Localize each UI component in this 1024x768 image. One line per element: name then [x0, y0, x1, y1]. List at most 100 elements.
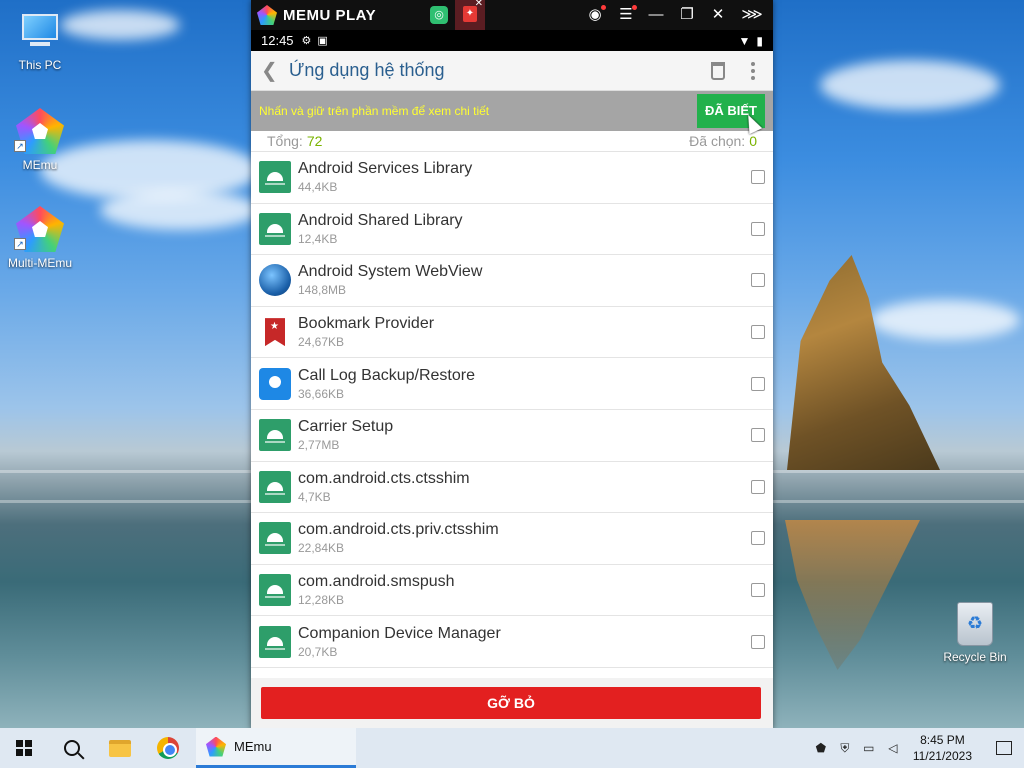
chrome-button[interactable] [144, 728, 192, 768]
list-item[interactable]: com.android.smspush 12,28KB [251, 565, 773, 617]
list-item[interactable]: Companion Device Manager 20,7KB [251, 616, 773, 668]
memu-tray-icon[interactable]: ⬟ [811, 728, 831, 768]
list-item[interactable]: Bookmark Provider 24,67KB [251, 307, 773, 359]
memu-window: MEMU PLAY ◎ ✦ ✕ ◉ ☰ — ❐ ✕ ⋙ 12:45 ⚙ ▣ ▼ … [251, 0, 773, 730]
list-item[interactable]: com.android.cts.priv.ctsshim 22,84KB [251, 513, 773, 565]
app-name: com.android.cts.ctsshim [298, 469, 470, 487]
select-checkbox[interactable] [751, 273, 765, 288]
back-arrow-icon[interactable]: ❮ [261, 58, 289, 83]
desktop-icon-this-pc[interactable]: This PC [0, 8, 80, 72]
android-app-icon [259, 574, 291, 607]
total-label: Tổng: [267, 133, 303, 149]
notification-center-button[interactable] [984, 741, 1024, 755]
security-shield-icon[interactable]: ⛨ [835, 728, 855, 768]
notification-dot [601, 5, 606, 10]
expand-sidebar-button[interactable]: ⋙ [741, 4, 763, 26]
select-checkbox[interactable] [751, 634, 765, 649]
total-count: 72 [306, 133, 323, 149]
webview-globe-icon [259, 264, 291, 297]
minimize-button[interactable]: — [645, 4, 667, 26]
select-checkbox[interactable] [751, 428, 765, 443]
search-icon [64, 740, 80, 756]
desktop-icon-memu[interactable]: ↗ MEmu [0, 108, 80, 172]
start-button[interactable] [0, 728, 48, 768]
volume-muted-icon[interactable]: ◁ [883, 728, 903, 768]
clock-date: 11/21/2023 [912, 749, 972, 763]
overflow-menu-icon[interactable] [751, 61, 755, 80]
app-name: Android Shared Library [298, 211, 463, 229]
cloud [100, 190, 260, 230]
android-app-icon [259, 419, 291, 452]
wifi-icon: ▼ [738, 33, 751, 48]
shortcut-arrow-icon: ↗ [14, 140, 26, 152]
taskbar-memu-button[interactable]: MEmu [196, 728, 356, 768]
recycle-trash-icon[interactable] [711, 61, 725, 80]
app-name: Android Services Library [298, 160, 473, 178]
hint-text: Nhấn và giữ trên phần mềm để xem chi tiế… [259, 104, 490, 118]
list-item[interactable]: com.android.cts.ctsshim 4,7KB [251, 462, 773, 514]
select-checkbox[interactable] [751, 583, 765, 598]
close-button[interactable]: ✕ [707, 4, 729, 26]
app-bar: ❮ Ứng dụng hệ thống [251, 51, 773, 91]
close-tab-icon[interactable]: ✕ [475, 0, 483, 9]
uninstall-button[interactable]: GỠ BỎ [261, 687, 761, 719]
file-explorer-button[interactable] [96, 728, 144, 768]
page-title: Ứng dụng hệ thống [289, 60, 445, 80]
list-item[interactable]: Carrier Setup 2,77MB [251, 410, 773, 462]
select-checkbox[interactable] [751, 479, 765, 494]
clock[interactable]: 8:45 PM 11/21/2023 [913, 732, 972, 764]
app-size: 22,84KB [298, 541, 345, 556]
select-checkbox[interactable] [751, 376, 765, 391]
network-icon[interactable]: ▭ [859, 728, 879, 768]
app-list[interactable]: Android Services Library 44,4KB Android S… [251, 152, 773, 679]
shortcut-arrow-icon: ↗ [14, 238, 26, 250]
cloud [820, 60, 1000, 110]
battery-icon: ▮ [756, 33, 763, 48]
app-size: 12,4KB [298, 231, 338, 246]
app-name: Carrier Setup [298, 418, 394, 436]
select-checkbox[interactable] [751, 221, 765, 236]
android-app-icon [259, 522, 291, 555]
desktop-icon-multi-memu[interactable]: ↗ Multi-MEmu [0, 206, 80, 270]
select-checkbox[interactable] [751, 170, 765, 185]
status-time: 12:45 [261, 33, 294, 48]
rock-reflection [785, 520, 920, 670]
notification-icon [996, 741, 1012, 755]
android-app-icon [259, 625, 291, 658]
contact-backup-icon [259, 367, 291, 400]
desktop-icon-label: This PC [18, 58, 62, 72]
app-name: Call Log Backup/Restore [298, 366, 475, 384]
app-size: 24,67KB [298, 335, 345, 350]
selected-label: Đã chọn: [689, 133, 746, 149]
folder-icon [109, 739, 131, 757]
selected-count: 0 [749, 133, 757, 149]
list-item[interactable]: Call Log Backup/Restore 36,66KB [251, 358, 773, 410]
app-size: 36,66KB [298, 386, 345, 401]
recycle-bin-icon [957, 602, 993, 646]
windows-logo-icon [16, 740, 32, 756]
gift-tab[interactable]: ✦ ✕ [455, 0, 485, 30]
bookmark-icon [259, 316, 291, 348]
memu-taskbar-icon [206, 736, 226, 757]
restore-button[interactable]: ❐ [676, 4, 698, 26]
memu-titlebar: MEMU PLAY ◎ ✦ ✕ ◉ ☰ — ❐ ✕ ⋙ [251, 0, 773, 30]
desktop-icon-label: Recycle Bin [943, 650, 1007, 664]
settings-gear-icon: ⚙ [301, 35, 312, 47]
search-button[interactable] [48, 728, 96, 768]
list-item[interactable]: Android Shared Library 12,4KB [251, 204, 773, 256]
list-item[interactable]: Android Services Library 44,4KB [251, 152, 773, 204]
chrome-icon [157, 737, 179, 759]
game-center-icon[interactable]: ◎ [430, 6, 448, 24]
notification-dot [632, 5, 637, 10]
list-item[interactable]: Android System WebView 148,8MB [251, 255, 773, 307]
select-checkbox[interactable] [751, 531, 765, 546]
select-checkbox[interactable] [751, 325, 765, 340]
hint-banner: Nhấn và giữ trên phần mềm để xem chi tiế… [251, 91, 773, 131]
desktop-icon-recycle-bin[interactable]: Recycle Bin [935, 602, 1015, 664]
count-row: Tổng: 72 Đã chọn: 0 [251, 131, 773, 152]
android-app-icon [259, 161, 291, 194]
rock-formation [787, 255, 940, 470]
taskbar-app-label: MEmu [234, 739, 272, 754]
download-icon: ▣ [317, 35, 328, 47]
desktop-icon-label: MEmu [22, 158, 58, 172]
